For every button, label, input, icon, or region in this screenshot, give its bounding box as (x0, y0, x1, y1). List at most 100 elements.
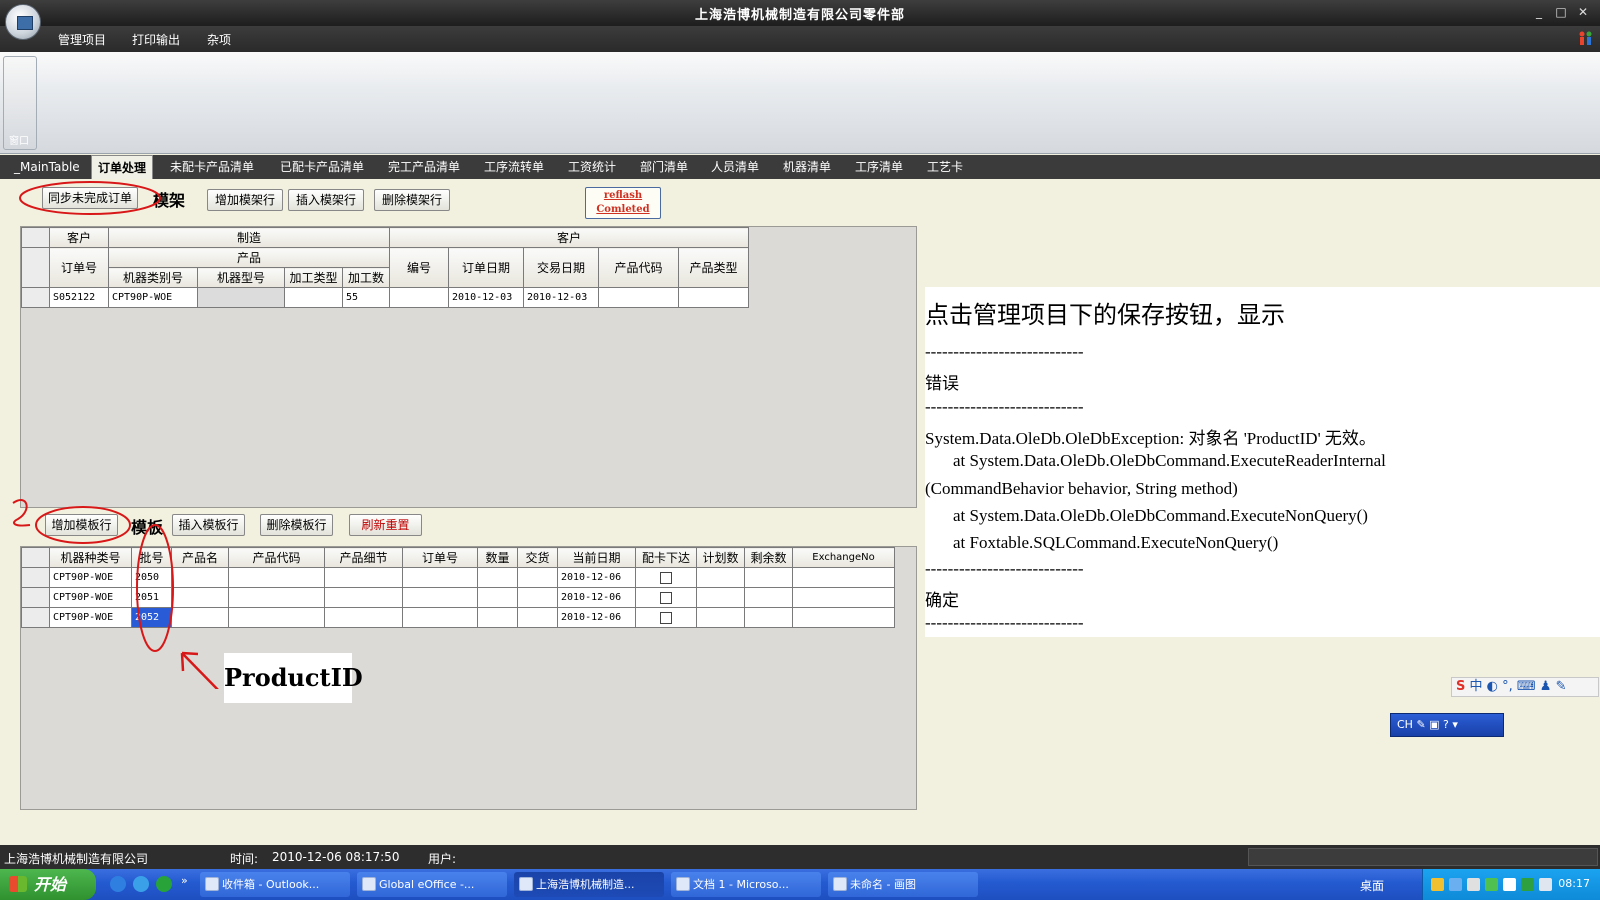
messenger-icon[interactable] (156, 876, 172, 892)
tab-processes[interactable]: 工序清单 (849, 155, 909, 179)
cell-delivery[interactable] (517, 607, 558, 628)
row-header[interactable] (21, 567, 50, 588)
ribbon-group-window[interactable]: 窗口 (3, 56, 37, 150)
monitor-icon[interactable] (1539, 878, 1552, 891)
cell-exchange-no[interactable] (792, 587, 895, 608)
cell-product-detail[interactable] (324, 567, 403, 588)
row-header[interactable] (21, 607, 50, 628)
reflash-completed-button[interactable]: reflash Comleted (585, 187, 661, 219)
start-button[interactable]: 开始 (0, 869, 96, 900)
cell-product-code[interactable] (228, 607, 325, 628)
cell-product-detail[interactable] (324, 587, 403, 608)
tab-process-card[interactable]: 工艺卡 (921, 155, 969, 179)
cell-planned-count[interactable] (696, 567, 745, 588)
column-header-number[interactable]: 编号 (389, 247, 450, 288)
card-issued-checkbox[interactable] (660, 591, 672, 604)
close-button[interactable]: ✕ (1574, 4, 1592, 20)
clock[interactable]: 08:17 (1558, 877, 1590, 890)
minimize-button[interactable]: _ (1530, 4, 1548, 20)
column-header-order-no[interactable]: 订单号 (49, 247, 109, 288)
column-header-product-type[interactable]: 产品类型 (678, 247, 750, 288)
cell-card-issued[interactable] (635, 607, 697, 628)
network-icon[interactable] (1449, 878, 1462, 891)
tab-maintable[interactable]: _MainTable (8, 155, 86, 179)
cell-order-no[interactable] (402, 567, 478, 588)
cell-quantity[interactable] (477, 567, 518, 588)
cell-remaining-count[interactable] (744, 567, 793, 588)
cell-machine-category[interactable]: CPT90P-WOE (108, 287, 198, 308)
menu-manage-project[interactable]: 管理项目 (58, 31, 106, 48)
taskbar-item-eoffice[interactable]: Global eOffice -... (357, 872, 507, 897)
language-indicator[interactable]: CH (1397, 718, 1413, 731)
shield-icon[interactable] (1521, 878, 1534, 891)
row-header[interactable] (21, 287, 50, 308)
ie-icon[interactable] (110, 876, 126, 892)
cell-number[interactable] (389, 287, 450, 308)
table-row[interactable]: CPT90P-WOE 2051 2010-12-06 (21, 587, 895, 608)
cell-exchange-no[interactable] (792, 567, 895, 588)
tab-wage-statistics[interactable]: 工资统计 (562, 155, 622, 179)
column-header-order-date[interactable]: 订单日期 (448, 247, 525, 288)
input-method-icon[interactable] (1503, 878, 1516, 891)
cell-planned-count[interactable] (696, 587, 745, 608)
column-header-current-date[interactable]: 当前日期 (557, 547, 636, 568)
column-header-card-issued[interactable]: 配卡下达 (635, 547, 697, 568)
cell-current-date[interactable]: 2010-12-06 (557, 607, 636, 628)
cell-planned-count[interactable] (696, 607, 745, 628)
cell-process-type[interactable] (284, 287, 343, 308)
cell-order-no[interactable] (402, 607, 478, 628)
column-header-process-type[interactable]: 加工类型 (284, 267, 343, 288)
menu-misc[interactable]: 杂项 (207, 31, 231, 48)
insert-rack-row-button[interactable]: 插入模架行 (288, 189, 364, 211)
cell-product-code[interactable] (228, 587, 325, 608)
add-rack-row-button[interactable]: 增加模架行 (207, 189, 283, 211)
tab-unassigned-products[interactable]: 未配卡产品清单 (164, 155, 260, 179)
cell-machine-type[interactable]: CPT90P-WOE (49, 587, 132, 608)
cell-machine-model[interactable] (197, 287, 285, 308)
add-template-row-button[interactable]: 增加模板行 (45, 514, 118, 536)
cell-batch-no-selected[interactable]: 2052 (131, 607, 172, 628)
desktop-toolbar-label[interactable]: 桌面 (1360, 877, 1384, 894)
column-header-batch-no[interactable]: 批号 (131, 547, 172, 568)
ime-toolbar-icons[interactable]: 中 ◐ °, ⌨ ♟ ✎ (1470, 679, 1567, 694)
column-header-machine-model[interactable]: 机器型号 (197, 267, 285, 288)
cell-machine-type[interactable]: CPT90P-WOE (49, 567, 132, 588)
sound-icon[interactable] (1467, 878, 1480, 891)
column-header-exchange-no[interactable]: ExchangeNo (792, 547, 895, 568)
browser-icon[interactable] (133, 876, 149, 892)
cell-remaining-count[interactable] (744, 587, 793, 608)
taskbar-item-foxtable[interactable]: 上海浩博机械制造... (514, 872, 664, 897)
sync-unfinished-orders-button[interactable]: 同步未完成订单 (42, 187, 138, 209)
tab-assigned-products[interactable]: 已配卡产品清单 (274, 155, 370, 179)
maximize-button[interactable]: □ (1552, 4, 1570, 20)
quicklaunch-more-icon[interactable]: » (181, 874, 188, 887)
tab-finished-products[interactable]: 完工产品清单 (382, 155, 466, 179)
tab-process-transfer[interactable]: 工序流转单 (478, 155, 550, 179)
cell-delivery[interactable] (517, 567, 558, 588)
cell-card-issued[interactable] (635, 567, 697, 588)
cell-machine-type[interactable]: CPT90P-WOE (49, 607, 132, 628)
cell-product-code[interactable] (228, 567, 325, 588)
cell-current-date[interactable]: 2010-12-06 (557, 567, 636, 588)
menu-print-output[interactable]: 打印输出 (132, 31, 180, 48)
cell-product-code[interactable] (598, 287, 680, 308)
column-header-delivery[interactable]: 交货 (517, 547, 558, 568)
cell-product-name[interactable] (171, 587, 229, 608)
column-header-machine-type[interactable]: 机器种类号 (49, 547, 132, 568)
cell-quantity[interactable] (477, 587, 518, 608)
table-row[interactable]: S052122 CPT90P-WOE 55 2010-12-03 2010-12… (21, 287, 750, 308)
tab-machines[interactable]: 机器清单 (777, 155, 837, 179)
tab-order-processing[interactable]: 订单处理 (91, 155, 154, 179)
cell-exchange-no[interactable] (792, 607, 895, 628)
column-header-remaining-count[interactable]: 剩余数 (744, 547, 793, 568)
cell-delivery[interactable] (517, 587, 558, 608)
column-header-product-code[interactable]: 产品代码 (228, 547, 325, 568)
tab-personnel[interactable]: 人员清单 (705, 155, 765, 179)
cell-order-no[interactable]: S052122 (49, 287, 109, 308)
column-header-product-code[interactable]: 产品代码 (598, 247, 680, 288)
cell-quantity[interactable] (477, 607, 518, 628)
cell-product-detail[interactable] (324, 607, 403, 628)
cell-delivery-date[interactable]: 2010-12-03 (523, 287, 600, 308)
cell-batch-no[interactable]: 2051 (131, 587, 172, 608)
delete-rack-row-button[interactable]: 删除模架行 (374, 189, 450, 211)
